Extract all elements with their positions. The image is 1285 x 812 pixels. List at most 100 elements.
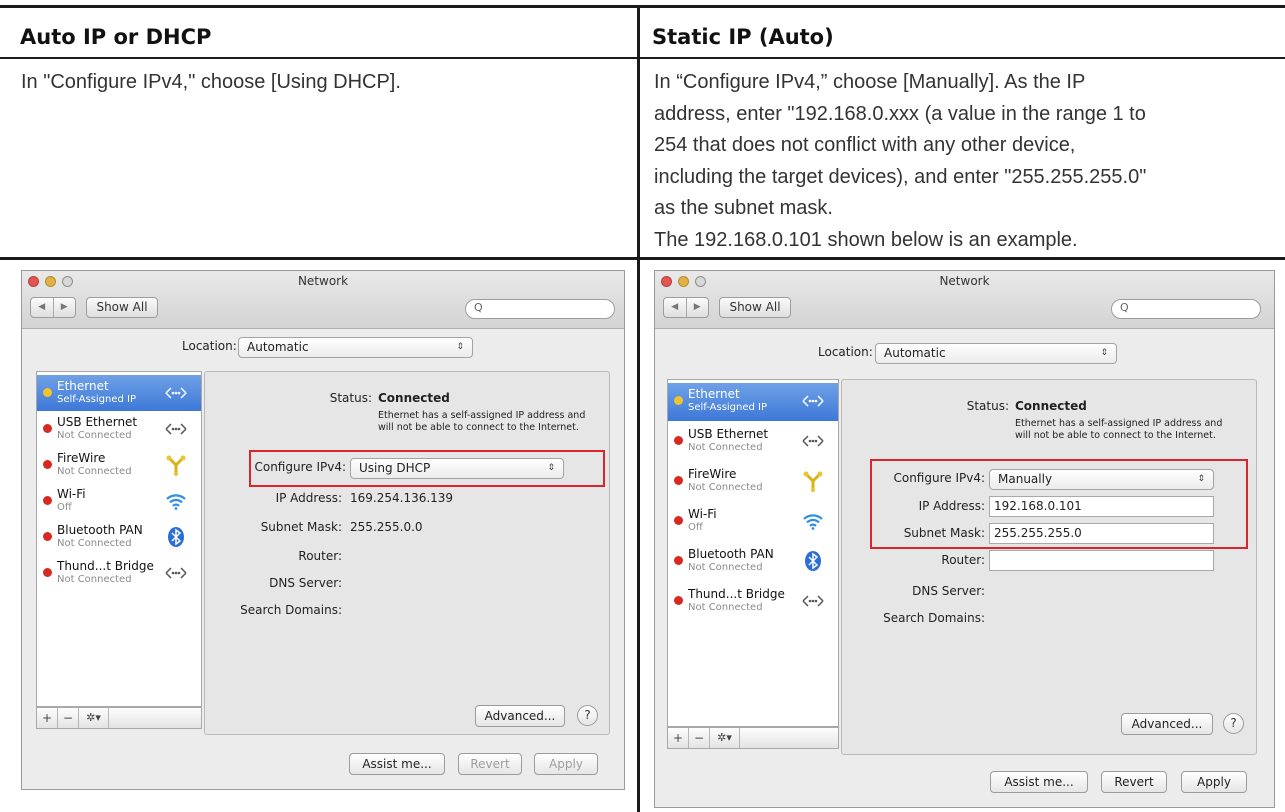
sidebar-toolbar: + − ✲▾ [36,707,202,729]
service-item-firewire[interactable]: FireWire Not Connected [668,463,838,499]
service-item-usb-ethernet[interactable]: USB Ethernet Not Connected [668,423,838,459]
location-value: Automatic [884,346,946,360]
ip-address-label: IP Address: [918,499,985,513]
service-item-bluetooth-pan[interactable]: Bluetooth PAN Not Connected [668,543,838,579]
status-dot [674,436,683,445]
ethernet-arrows-icon [165,562,187,584]
assist-me-button[interactable]: Assist me... [349,753,445,775]
service-status: Off [57,502,72,513]
apply-button[interactable]: Apply [534,753,598,775]
status-note-line: will not be able to connect to the Inter… [378,422,579,433]
location-popup[interactable]: Automatic ⇕ [875,343,1117,364]
services-list[interactable]: Ethernet Self-Assigned IP USB Ethernet N… [667,379,839,727]
left-column-header: Auto IP or DHCP [14,17,634,57]
show-all-button[interactable]: Show All [86,297,158,318]
bluetooth-icon [165,526,187,548]
highlight-box [249,450,605,487]
forward-icon[interactable]: ▶ [685,298,709,317]
help-button[interactable]: ? [577,705,598,726]
apply-button[interactable]: Apply [1181,771,1247,793]
right-instruction-line: including the target devices), and enter… [654,165,1147,188]
nav-buttons: ◀ ▶ [30,297,76,318]
service-item-thunderbolt-bridge[interactable]: Thund...t Bridge Not Connected [37,555,201,591]
status-dot [674,396,683,405]
revert-button[interactable]: Revert [1101,771,1167,793]
search-input[interactable]: Q [1111,299,1261,319]
service-item-usb-ethernet[interactable]: USB Ethernet Not Connected [37,411,201,447]
status-note-line: Ethernet has a self-assigned IP address … [1015,418,1223,429]
right-instruction-line: In “Configure IPv4,” choose [Manually]. … [654,71,1086,93]
status-note: Ethernet has a self-assigned IP address … [1015,418,1222,442]
ethernet-arrows-icon [165,382,187,404]
dns-server-label: DNS Server: [912,584,985,598]
service-item-thunderbolt-bridge[interactable]: Thund...t Bridge Not Connected [668,583,838,619]
popup-arrows-icon: ⇕ [1197,474,1205,484]
search-icon: Q [474,301,483,314]
help-button[interactable]: ? [1223,713,1244,734]
gear-icon[interactable]: ✲▾ [710,728,740,748]
right-instruction: In “Configure IPv4,” choose [Manually]. … [654,67,1279,256]
add-service-button[interactable]: + [37,708,58,728]
search-domains-label: Search Domains: [883,611,985,625]
service-item-firewire[interactable]: FireWire Not Connected [37,447,201,483]
popup-arrows-icon: ⇕ [1100,348,1108,358]
service-name: Thund...t Bridge [57,559,154,573]
location-popup[interactable]: Automatic ⇕ [238,337,473,358]
gear-icon[interactable]: ✲▾ [79,708,109,728]
dns-server-label: DNS Server: [269,576,342,590]
right-instruction-line: as the subnet mask. [654,197,833,219]
ethernet-arrows-icon [802,390,824,412]
title-bar: Network ◀ ▶ Show All Q [22,271,624,329]
service-name: FireWire [57,451,106,465]
service-status: Not Connected [688,442,763,453]
row-divider [0,257,1285,260]
show-all-button[interactable]: Show All [719,297,791,318]
forward-icon[interactable]: ▶ [52,298,76,317]
ethernet-arrows-icon [165,418,187,440]
firewire-icon [802,470,824,492]
back-icon[interactable]: ◀ [664,298,686,317]
remove-service-button[interactable]: − [689,728,710,748]
ip-address-label: IP Address: [275,491,342,505]
status-dot [43,424,52,433]
add-service-button[interactable]: + [668,728,689,748]
status-value: Connected [1015,399,1087,413]
advanced-button[interactable]: Advanced... [475,705,565,727]
subnet-mask-label: Subnet Mask: [903,526,985,540]
back-icon[interactable]: ◀ [31,298,53,317]
service-status: Self-Assigned IP [57,394,137,405]
popup-arrows-icon: ⇕ [456,342,464,352]
service-name: FireWire [688,467,737,481]
services-list[interactable]: Ethernet Self-Assigned IP USB Ethernet N… [36,371,202,707]
status-dot [674,476,683,485]
status-label: Status: [966,399,1009,413]
service-item-ethernet[interactable]: Ethernet Self-Assigned IP [37,375,201,411]
assist-me-button[interactable]: Assist me... [990,771,1088,793]
service-item-bluetooth-pan[interactable]: Bluetooth PAN Not Connected [37,519,201,555]
service-item-wifi[interactable]: Wi-Fi Off [37,483,201,519]
remove-service-button[interactable]: − [58,708,79,728]
search-input[interactable]: Q [465,299,615,319]
configure-ipv4-label: Configure IPv4: [893,471,985,485]
subnet-mask-field[interactable]: 255.255.255.0 [989,523,1214,544]
configure-ipv4-popup[interactable]: Manually ⇕ [989,469,1214,490]
subnet-mask-value: 255.255.0.0 [350,520,423,534]
window-title: Network [939,274,990,288]
service-item-wifi[interactable]: Wi-Fi Off [668,503,838,539]
status-dot [43,460,52,469]
toolbar-spacer [109,708,201,728]
status-note-line: will not be able to connect to the Inter… [1015,430,1216,441]
service-status: Not Connected [57,538,132,549]
window-title: Network [297,274,349,288]
ip-address-field[interactable]: 192.168.0.101 [989,496,1214,517]
status-note: Ethernet has a self-assigned IP address … [378,410,585,434]
router-field[interactable] [989,550,1214,571]
right-instruction-line: 254 that does not conflict with any othe… [654,134,1076,156]
service-status: Not Connected [688,602,763,613]
revert-button[interactable]: Revert [458,753,522,775]
right-column-header: Static IP (Auto) [646,17,1276,57]
service-item-ethernet[interactable]: Ethernet Self-Assigned IP [668,383,838,421]
advanced-button[interactable]: Advanced... [1121,713,1213,735]
location-value: Automatic [247,340,309,354]
wifi-icon [165,490,187,512]
